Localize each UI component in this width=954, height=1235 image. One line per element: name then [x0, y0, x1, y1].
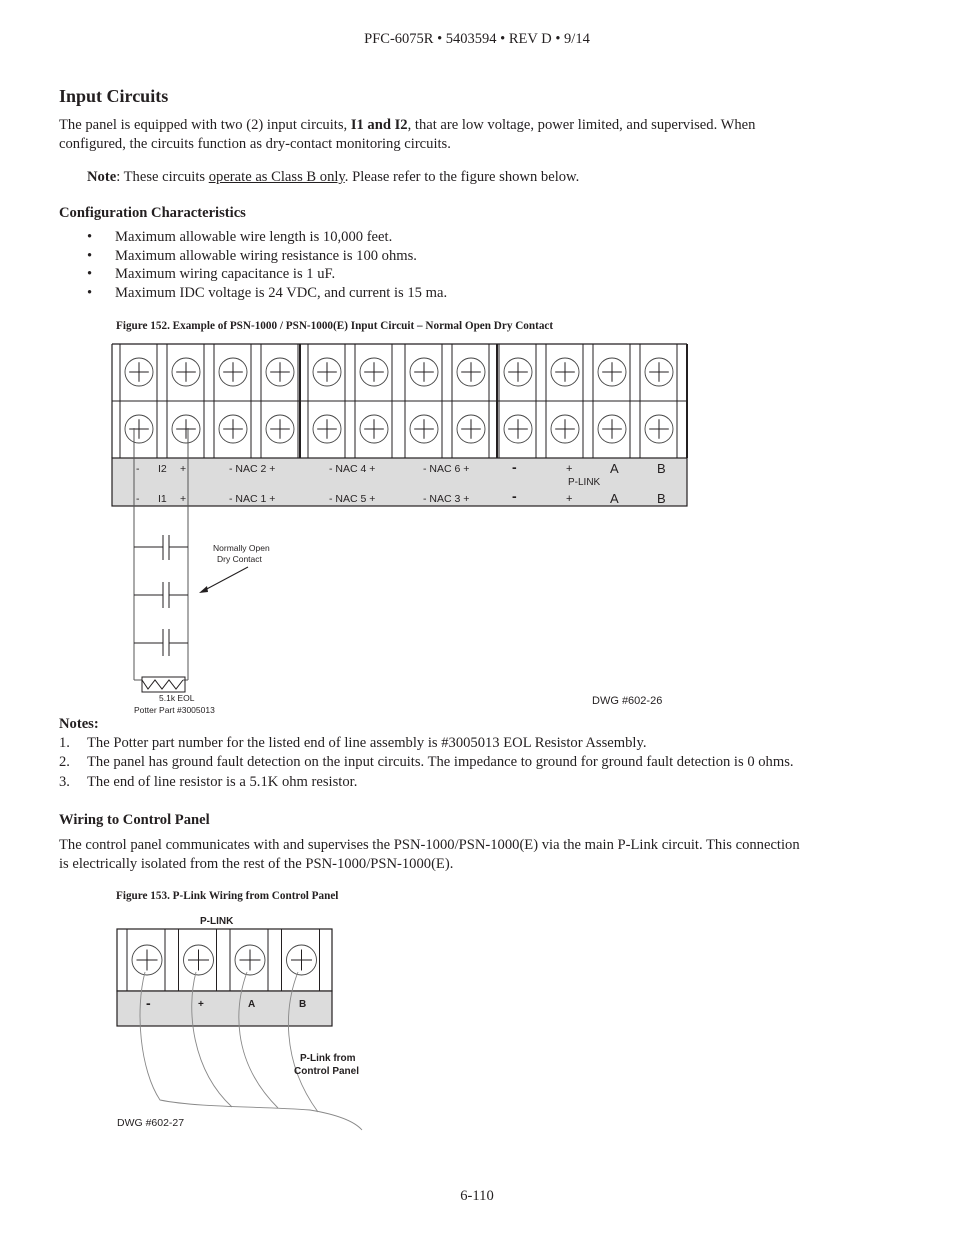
note-text: The panel has ground fault detection on …: [87, 754, 794, 771]
terminal-label: - NAC 5 +: [329, 493, 375, 505]
figure-152-diagram: - I2 + - NAC 2 + - NAC 4 + - NAC 6 + - +…: [111, 343, 688, 1131]
drawing-number: DWG #602-27: [117, 1117, 184, 1129]
note-item: 2. The panel has ground fault detection o…: [59, 753, 794, 772]
note-text: The end of line resistor is a 5.1K ohm r…: [87, 773, 358, 790]
contact-label: Dry Contact: [217, 554, 263, 564]
terminal-label: - NAC 2 +: [229, 463, 275, 475]
terminal-label: -: [136, 493, 140, 505]
terminal-label: B: [299, 999, 306, 1010]
plink-from-label: Control Panel: [294, 1066, 359, 1077]
plink-from-label: P-Link from: [300, 1053, 356, 1064]
contact-arrow: [202, 566, 249, 592]
plink-terminal-block: [116, 928, 333, 992]
terminal-label: +: [180, 463, 186, 475]
screw-terminal-icon: [312, 414, 342, 444]
eol-label: 5.1k EOL: [159, 693, 195, 703]
terminal-label: A: [248, 999, 255, 1010]
screw-terminal-icon: [183, 944, 214, 976]
terminal-label: +: [180, 493, 186, 505]
screw-terminal-icon: [218, 414, 248, 444]
terminal-label: I2: [158, 463, 167, 475]
screw-terminal-icon: [409, 414, 439, 444]
terminal-label: - NAC 4 +: [329, 463, 375, 475]
note-number: 2.: [59, 754, 70, 771]
terminal-block-strip: [111, 343, 688, 458]
screw-terminal-icon: [131, 944, 163, 976]
wiring-line-1: The control panel communicates with and …: [59, 837, 800, 853]
screw-terminal-icon: [359, 357, 389, 387]
terminal-label: -: [512, 459, 517, 475]
terminal-label: B: [657, 461, 666, 476]
terminal-label: - NAC 6 +: [423, 463, 469, 475]
terminal-label: - NAC 1 +: [229, 493, 275, 505]
eol-resistor: [134, 676, 188, 693]
terminal-label: -: [512, 488, 517, 504]
screw-terminal-icon: [597, 357, 627, 387]
drawing-number: DWG #602-26: [592, 695, 662, 707]
terminal-label: -: [136, 463, 140, 475]
screw-terminal-icon: [171, 357, 201, 387]
screw-terminal-icon: [265, 414, 295, 444]
screw-terminal-icon: [550, 414, 580, 444]
terminal-label: - NAC 3 +: [423, 493, 469, 505]
terminal-label: +: [566, 463, 572, 475]
note-number: 1.: [59, 735, 70, 751]
wiring-line-2: is electrically isolated from the rest o…: [59, 856, 454, 872]
dry-contact-3: [134, 629, 188, 656]
terminal-label-band: [111, 457, 688, 507]
notes-title: Notes:: [59, 716, 99, 732]
terminal-label: +: [198, 999, 204, 1010]
note-number: 3.: [59, 773, 70, 790]
screw-terminal-icon: [218, 357, 248, 387]
note-item: 3. The end of line resistor is a 5.1K ohm…: [59, 773, 794, 792]
screw-terminal-icon: [409, 357, 439, 387]
arrow-head-icon: [199, 586, 208, 593]
plink-label: P-LINK: [568, 477, 601, 488]
note-text: The Potter part number for the listed en…: [87, 735, 647, 751]
wiring-title: Wiring to Control Panel: [59, 812, 210, 828]
notes-list: 1. The Potter part number for the listed …: [59, 734, 794, 792]
dry-contact-2: [134, 582, 188, 608]
terminal-label: A: [610, 491, 619, 506]
terminal-label: A: [610, 461, 619, 476]
terminal-label: I1: [158, 493, 167, 505]
terminal-label: -: [146, 995, 151, 1011]
figure-153-caption: Figure 153. P-Link Wiring from Control P…: [116, 890, 339, 902]
page-number: 6-110: [460, 1188, 494, 1204]
screw-terminal-icon: [124, 414, 154, 444]
contact-label: Normally Open: [213, 543, 270, 553]
screw-terminal-icon: [597, 414, 627, 444]
screw-terminal-icon: [550, 357, 580, 387]
screw-terminal-icon: [644, 414, 674, 444]
terminal-label: B: [657, 491, 666, 506]
screw-terminal-icon: [456, 414, 486, 444]
terminal-label: +: [566, 493, 572, 505]
screw-terminal-icon: [359, 414, 389, 444]
part-label: Potter Part #3005013: [134, 705, 215, 715]
screw-terminal-icon: [286, 944, 317, 976]
screw-terminal-icon: [503, 414, 533, 444]
plink-title: P-LINK: [200, 916, 234, 927]
screw-terminal-icon: [171, 414, 201, 444]
screw-terminal-icon: [265, 357, 295, 387]
screw-terminal-icon: [456, 357, 486, 387]
dry-contact-1: [134, 535, 188, 560]
screw-terminal-icon: [503, 357, 533, 387]
wiring-paragraph: The control panel communicates with and …: [59, 836, 800, 874]
screw-terminal-icon: [312, 357, 342, 387]
screw-terminal-icon: [644, 357, 674, 387]
screw-terminal-icon: [234, 944, 266, 976]
note-item: 1. The Potter part number for the listed …: [59, 734, 794, 753]
screw-terminal-icon: [124, 357, 154, 387]
